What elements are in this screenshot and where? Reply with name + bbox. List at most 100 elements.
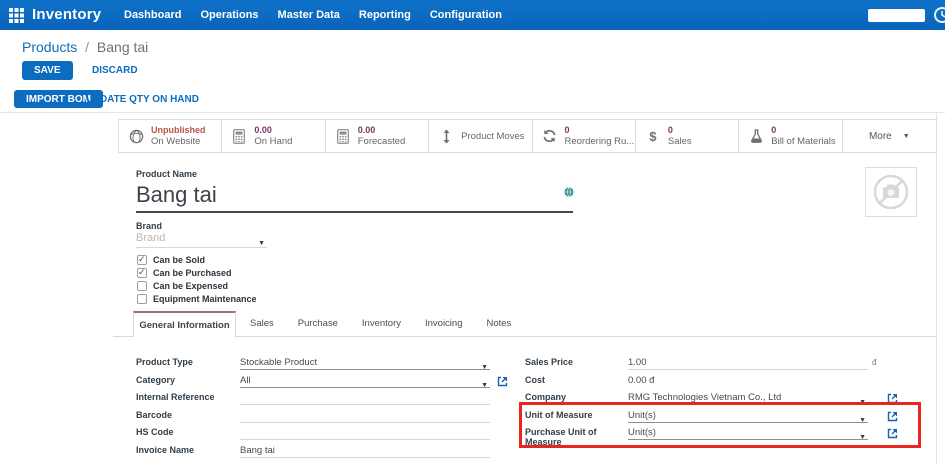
- save-button[interactable]: SAVE: [22, 61, 73, 80]
- arrows-updown-icon: [438, 129, 454, 144]
- product-image-placeholder[interactable]: [865, 167, 917, 217]
- product-name-input[interactable]: Bang tai: [136, 179, 573, 213]
- sales-price-input[interactable]: 1.00: [628, 355, 868, 370]
- stat-label: On Website: [151, 136, 206, 147]
- brand-placeholder: Brand: [136, 232, 165, 244]
- dollar-icon: $: [645, 129, 661, 144]
- discard-button[interactable]: DISCARD: [92, 65, 138, 76]
- field-cost: Cost 0.00 đ: [525, 373, 925, 390]
- breadcrumb-products-link[interactable]: Products: [22, 39, 77, 55]
- checkbox-can-be-sold[interactable]: Can be Sold: [137, 253, 257, 266]
- checkbox-box[interactable]: [137, 268, 147, 278]
- internal-reference-input[interactable]: [240, 390, 490, 405]
- stat-value: 0: [771, 125, 835, 136]
- stat-button-reordering-rules[interactable]: 0 Reordering Ru...: [533, 120, 636, 152]
- tab-purchase[interactable]: Purchase: [298, 318, 338, 329]
- breadcrumb-separator: /: [81, 39, 93, 55]
- translate-globe-icon[interactable]: [564, 184, 574, 194]
- stat-value: Unpublished: [151, 125, 206, 136]
- field-purchase-unit-of-measure: Purchase Unit of Measure Unit(s) ▼: [525, 425, 925, 459]
- checkbox-equipment-maintenance[interactable]: Equipment Maintenance: [137, 292, 257, 305]
- stat-value: 0: [565, 125, 635, 136]
- unit-of-measure-select[interactable]: Unit(s) ▼: [628, 408, 868, 423]
- inventory-app-window: Inventory Dashboard Operations Master Da…: [0, 0, 945, 464]
- hs-code-input[interactable]: [240, 425, 490, 440]
- category-select[interactable]: All ▼: [240, 373, 490, 388]
- product-type-select[interactable]: Stockable Product ▼: [240, 355, 490, 370]
- tab-notes[interactable]: Notes: [486, 318, 511, 329]
- menu-operations[interactable]: Operations: [200, 9, 258, 21]
- menu-configuration[interactable]: Configuration: [430, 9, 502, 21]
- stat-label: On Hand: [254, 136, 292, 147]
- main-menu: Dashboard Operations Master Data Reporti…: [124, 0, 502, 30]
- timer-progress-widget[interactable]: [868, 9, 925, 22]
- field-invoice-name: Invoice Name Bang tai: [136, 443, 508, 460]
- company-select[interactable]: RMG Technologies Vietnam Co., Ltd ▼: [628, 390, 868, 405]
- field-unit-of-measure: Unit of Measure Unit(s) ▼: [525, 408, 925, 425]
- tabbar-divider: [113, 336, 937, 337]
- camera-no-image-icon: [871, 172, 911, 212]
- external-link-icon[interactable]: [887, 409, 898, 420]
- breadcrumb: Products / Bang tai: [22, 39, 148, 55]
- field-barcode: Barcode: [136, 408, 508, 425]
- purchase-unit-of-measure-select[interactable]: Unit(s) ▼: [628, 425, 868, 440]
- apps-grid-icon[interactable]: [9, 8, 24, 23]
- calculator-icon: [231, 129, 247, 144]
- field-internal-reference: Internal Reference: [136, 390, 508, 407]
- external-link-icon[interactable]: [887, 426, 898, 437]
- flask-icon: [748, 129, 764, 143]
- update-qty-on-hand-button[interactable]: UPDATE QTY ON HAND: [86, 94, 199, 105]
- chevron-down-icon: ▼: [903, 133, 910, 140]
- more-button-label: More: [869, 131, 892, 142]
- stat-label: Forecasted: [358, 136, 406, 147]
- external-link-icon[interactable]: [497, 374, 508, 385]
- product-flags: Can be Sold Can be Purchased Can be Expe…: [137, 253, 257, 305]
- stat-label: Bill of Materials: [771, 136, 835, 147]
- tab-list: Sales Purchase Inventory Invoicing Notes: [250, 311, 511, 336]
- toolbar-divider: [0, 112, 945, 113]
- stat-button-on-website[interactable]: Unpublished On Website: [119, 120, 222, 152]
- stat-value: 0: [668, 125, 692, 136]
- app-title[interactable]: Inventory: [32, 0, 101, 30]
- stat-button-on-hand[interactable]: 0.00 On Hand: [222, 120, 325, 152]
- stat-button-row: Unpublished On Website 0.00 On Hand 0.00…: [118, 119, 937, 153]
- stat-label: Reordering Ru...: [565, 136, 635, 147]
- currency-suffix: đ: [872, 358, 876, 367]
- fields-right-column: Sales Price 1.00 đ Cost 0.00 đ Company R…: [525, 355, 925, 460]
- brand-select[interactable]: Brand ▼: [136, 231, 267, 248]
- stat-label: Product Moves: [461, 131, 524, 142]
- stat-label: Sales: [668, 136, 692, 147]
- tab-sales[interactable]: Sales: [250, 318, 274, 329]
- stat-value: 0.00: [254, 125, 292, 136]
- stat-button-forecasted[interactable]: 0.00 Forecasted: [326, 120, 429, 152]
- more-button[interactable]: More ▼: [843, 120, 936, 152]
- checkbox-box[interactable]: [137, 281, 147, 291]
- barcode-input[interactable]: [240, 408, 490, 423]
- menu-dashboard[interactable]: Dashboard: [124, 9, 181, 21]
- checkbox-box[interactable]: [137, 255, 147, 265]
- field-company: Company RMG Technologies Vietnam Co., Lt…: [525, 390, 925, 407]
- external-link-icon[interactable]: [887, 391, 898, 402]
- field-hs-code: HS Code: [136, 425, 508, 442]
- checkbox-can-be-expensed[interactable]: Can be Expensed: [137, 279, 257, 292]
- sheet-right-border: [936, 112, 937, 464]
- clock-icon[interactable]: [933, 6, 945, 24]
- field-sales-price: Sales Price 1.00 đ: [525, 355, 925, 372]
- tab-inventory[interactable]: Inventory: [362, 318, 401, 329]
- field-category: Category All ▼: [136, 373, 508, 390]
- stat-button-bill-of-materials[interactable]: 0 Bill of Materials: [739, 120, 842, 152]
- menu-master-data[interactable]: Master Data: [278, 9, 340, 21]
- brand-label: Brand: [136, 221, 162, 231]
- stat-button-product-moves[interactable]: Product Moves: [429, 120, 532, 152]
- cost-value: 0.00 đ: [628, 373, 868, 388]
- stat-button-sales[interactable]: $ 0 Sales: [636, 120, 739, 152]
- refresh-icon: [542, 129, 558, 143]
- menu-reporting[interactable]: Reporting: [359, 9, 411, 21]
- tab-general-information[interactable]: General Information: [133, 311, 236, 337]
- checkbox-box[interactable]: [137, 294, 147, 304]
- chevron-down-icon: ▼: [859, 430, 866, 445]
- tab-invoicing[interactable]: Invoicing: [425, 318, 463, 329]
- fields-left-column: Product Type Stockable Product ▼ Categor…: [136, 355, 508, 460]
- invoice-name-input[interactable]: Bang tai: [240, 443, 490, 458]
- checkbox-can-be-purchased[interactable]: Can be Purchased: [137, 266, 257, 279]
